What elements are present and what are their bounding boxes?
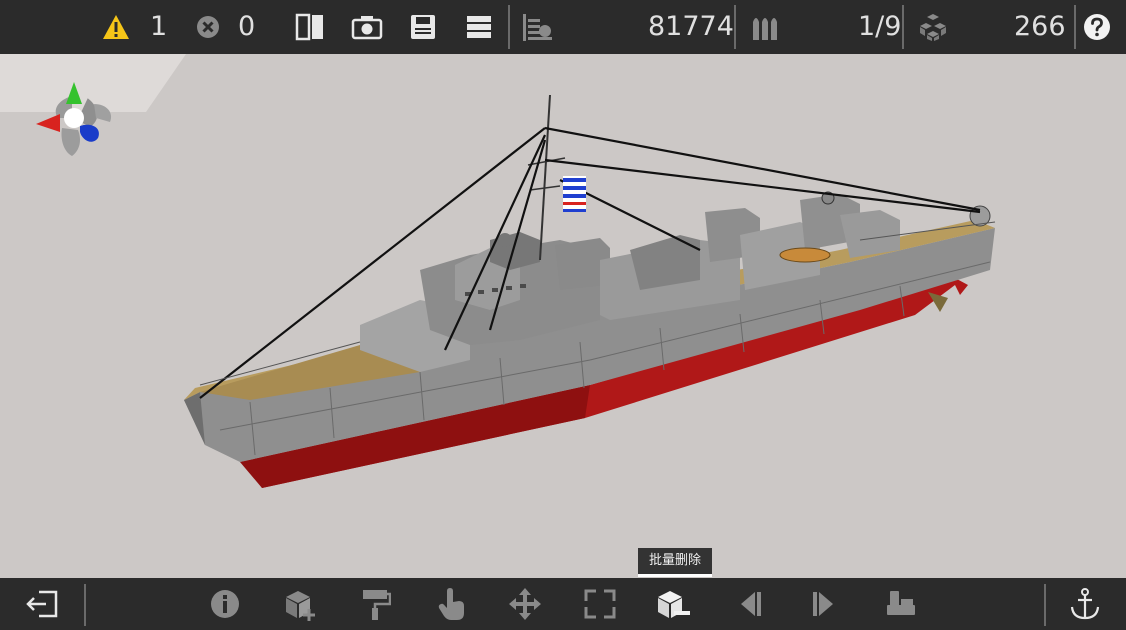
ammo-icon[interactable]: [746, 0, 784, 54]
top-separator: [508, 5, 510, 49]
layer-value: 1/9: [858, 11, 902, 42]
help-icon[interactable]: [1082, 0, 1112, 54]
info-icon[interactable]: [206, 578, 244, 630]
batch-delete-icon[interactable]: [652, 578, 694, 630]
anchor-icon[interactable]: [1066, 578, 1104, 630]
layers-icon[interactable]: [462, 0, 496, 54]
top-separator: [902, 5, 904, 49]
camera-icon[interactable]: [348, 0, 386, 54]
selected-tool-indicator: [638, 574, 712, 577]
3d-viewport[interactable]: [0, 54, 1126, 578]
bottom-toolbar: [0, 578, 1126, 630]
weight-icon[interactable]: [518, 0, 556, 54]
top-separator: [734, 5, 736, 49]
top-separator: [1074, 5, 1076, 49]
warning-count: 1: [150, 11, 168, 42]
tooltip-batch-delete: 批量删除: [638, 548, 712, 574]
prev-icon[interactable]: [732, 578, 768, 630]
signal-flag: [563, 176, 586, 212]
bottom-separator: [84, 584, 86, 626]
part-count: 81774: [648, 11, 734, 42]
next-icon[interactable]: [806, 578, 842, 630]
top-toolbar: [0, 0, 1126, 54]
blocks-icon[interactable]: [914, 0, 952, 54]
touch-icon[interactable]: [432, 578, 472, 630]
error-count: 0: [238, 11, 256, 42]
bottom-separator: [1044, 584, 1046, 626]
paint-roller-icon[interactable]: [356, 578, 394, 630]
exit-icon[interactable]: [22, 578, 62, 630]
split-view-icon[interactable]: [292, 0, 328, 54]
move-icon[interactable]: [505, 578, 545, 630]
add-block-icon[interactable]: [280, 578, 320, 630]
error-icon[interactable]: [192, 0, 224, 54]
sofa-icon[interactable]: [882, 578, 920, 630]
resize-icon[interactable]: [580, 578, 620, 630]
save-icon[interactable]: [406, 0, 440, 54]
ship-model: [184, 94, 996, 488]
block-count: 266: [1014, 11, 1066, 42]
warning-icon[interactable]: [100, 0, 132, 54]
